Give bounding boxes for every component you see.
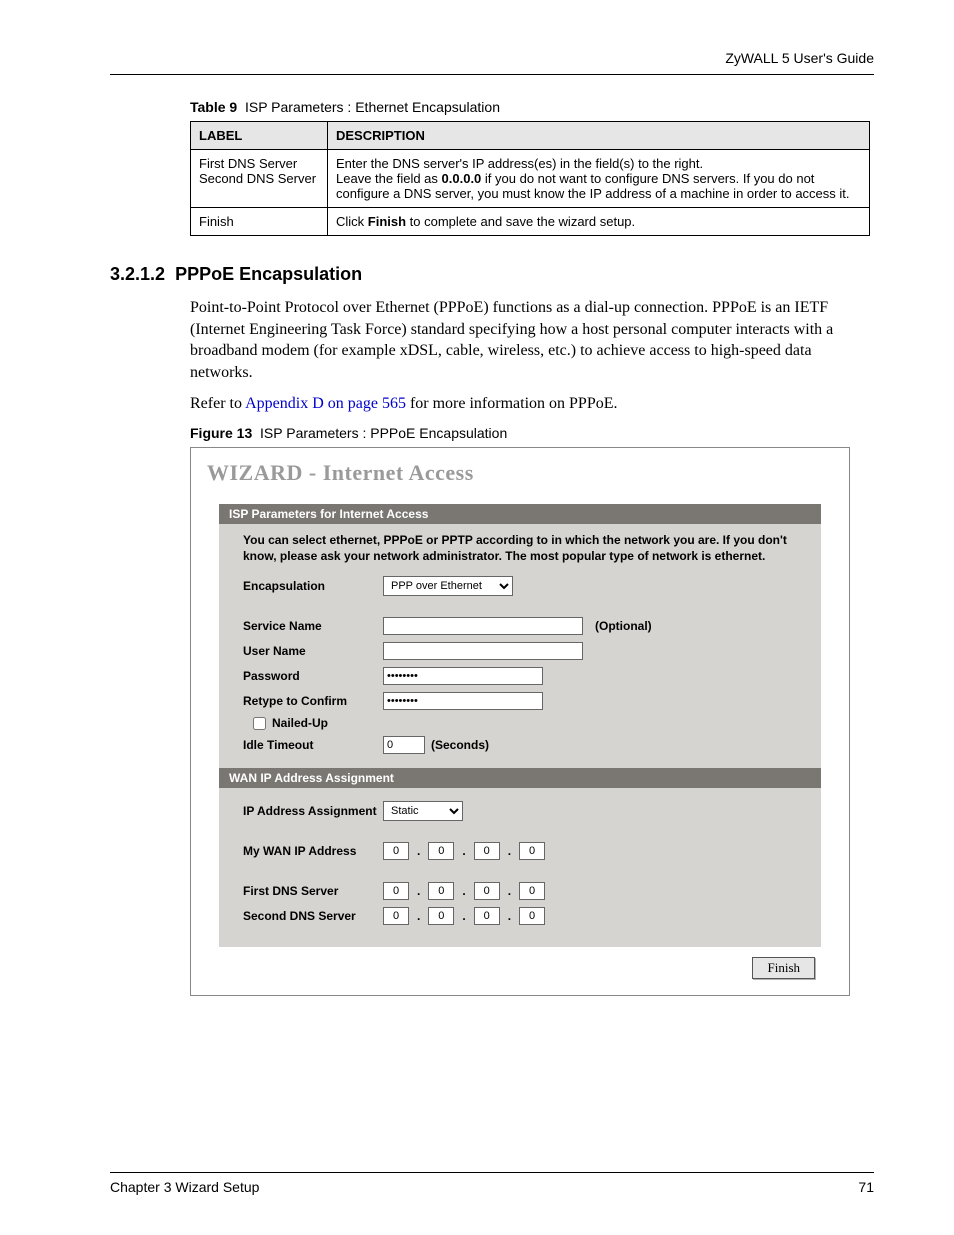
- nailed-up-checkbox[interactable]: [253, 717, 266, 730]
- table9-th-desc: DESCRIPTION: [328, 122, 870, 150]
- my-wan-ip-label: My WAN IP Address: [243, 844, 383, 858]
- retype-label: Retype to Confirm: [243, 694, 383, 708]
- wan-ip-octet-3[interactable]: [474, 842, 500, 860]
- table-row: Finish Click Finish to complete and save…: [191, 208, 870, 236]
- optional-label: (Optional): [595, 619, 652, 633]
- nailed-up-label: Nailed-Up: [272, 716, 328, 730]
- isp-panel-header: ISP Parameters for Internet Access: [219, 504, 821, 524]
- retype-password-input[interactable]: [383, 692, 543, 710]
- second-dns-label: Second DNS Server: [243, 909, 383, 923]
- encapsulation-select[interactable]: PPP over Ethernet: [383, 576, 513, 596]
- table-row: First DNS Server Second DNS Server Enter…: [191, 150, 870, 208]
- paragraph-2: Refer to Appendix D on page 565 for more…: [190, 393, 874, 415]
- second-dns-octet-1[interactable]: [383, 907, 409, 925]
- isp-intro-text: You can select ethernet, PPPoE or PPTP a…: [243, 532, 797, 564]
- figure13-caption-text: ISP Parameters : PPPoE Encapsulation: [260, 425, 507, 441]
- section-heading: 3.2.1.2 PPPoE Encapsulation: [110, 264, 874, 285]
- user-name-label: User Name: [243, 644, 383, 658]
- footer-chapter: Chapter 3 Wizard Setup: [110, 1179, 259, 1195]
- first-dns-octet-3[interactable]: [474, 882, 500, 900]
- page-footer: Chapter 3 Wizard Setup 71: [110, 1172, 874, 1195]
- wan-ip-octet-4[interactable]: [519, 842, 545, 860]
- cell-desc-finish: Click Finish to complete and save the wi…: [328, 208, 870, 236]
- idle-timeout-input[interactable]: [383, 736, 425, 754]
- first-dns-octet-4[interactable]: [519, 882, 545, 900]
- idle-timeout-label: Idle Timeout: [243, 738, 383, 752]
- ip-assignment-label: IP Address Assignment: [243, 804, 383, 818]
- service-name-label: Service Name: [243, 619, 383, 633]
- cell-desc-dns-b: Leave the field as 0.0.0.0 if you do not…: [336, 171, 861, 201]
- first-dns-octet-2[interactable]: [428, 882, 454, 900]
- service-name-input[interactable]: [383, 617, 583, 635]
- section-number: 3.2.1.2: [110, 264, 165, 284]
- user-name-input[interactable]: [383, 642, 583, 660]
- password-input[interactable]: [383, 667, 543, 685]
- wizard-dialog: WIZARD - Internet Access ISP Parameters …: [190, 447, 850, 996]
- cell-desc-dns-a: Enter the DNS server's IP address(es) in…: [336, 156, 861, 171]
- table9-th-label: LABEL: [191, 122, 328, 150]
- wan-ip-octet-2[interactable]: [428, 842, 454, 860]
- wizard-title: WIZARD - Internet Access: [207, 460, 835, 486]
- first-dns-octet-1[interactable]: [383, 882, 409, 900]
- table9-caption-label: Table 9: [190, 99, 237, 115]
- encapsulation-label: Encapsulation: [243, 579, 383, 593]
- finish-button[interactable]: Finish: [752, 957, 815, 979]
- table9: LABEL DESCRIPTION First DNS Server Secon…: [190, 121, 870, 236]
- figure13-caption: Figure 13 ISP Parameters : PPPoE Encapsu…: [190, 425, 874, 441]
- footer-page-number: 71: [858, 1179, 874, 1195]
- first-dns-label: First DNS Server: [243, 884, 383, 898]
- second-dns-octet-2[interactable]: [428, 907, 454, 925]
- cell-label-first-dns: First DNS Server: [199, 156, 319, 171]
- paragraph-1: Point-to-Point Protocol over Ethernet (P…: [190, 297, 874, 383]
- password-label: Password: [243, 669, 383, 683]
- running-header: ZyWALL 5 User's Guide: [110, 50, 874, 75]
- cell-label-second-dns: Second DNS Server: [199, 171, 319, 186]
- figure13-caption-label: Figure 13: [190, 425, 252, 441]
- appendix-link[interactable]: Appendix D on page 565: [245, 395, 406, 412]
- table9-caption: Table 9 ISP Parameters : Ethernet Encaps…: [190, 99, 874, 115]
- second-dns-octet-3[interactable]: [474, 907, 500, 925]
- second-dns-octet-4[interactable]: [519, 907, 545, 925]
- ip-assignment-select[interactable]: Static: [383, 801, 463, 821]
- isp-parameters-panel: ISP Parameters for Internet Access You c…: [219, 504, 821, 947]
- cell-label-finish: Finish: [191, 208, 328, 236]
- seconds-label: (Seconds): [431, 738, 489, 752]
- table9-caption-text: ISP Parameters : Ethernet Encapsulation: [245, 99, 500, 115]
- wan-panel-header: WAN IP Address Assignment: [219, 768, 821, 788]
- section-title: PPPoE Encapsulation: [175, 264, 362, 284]
- wan-ip-octet-1[interactable]: [383, 842, 409, 860]
